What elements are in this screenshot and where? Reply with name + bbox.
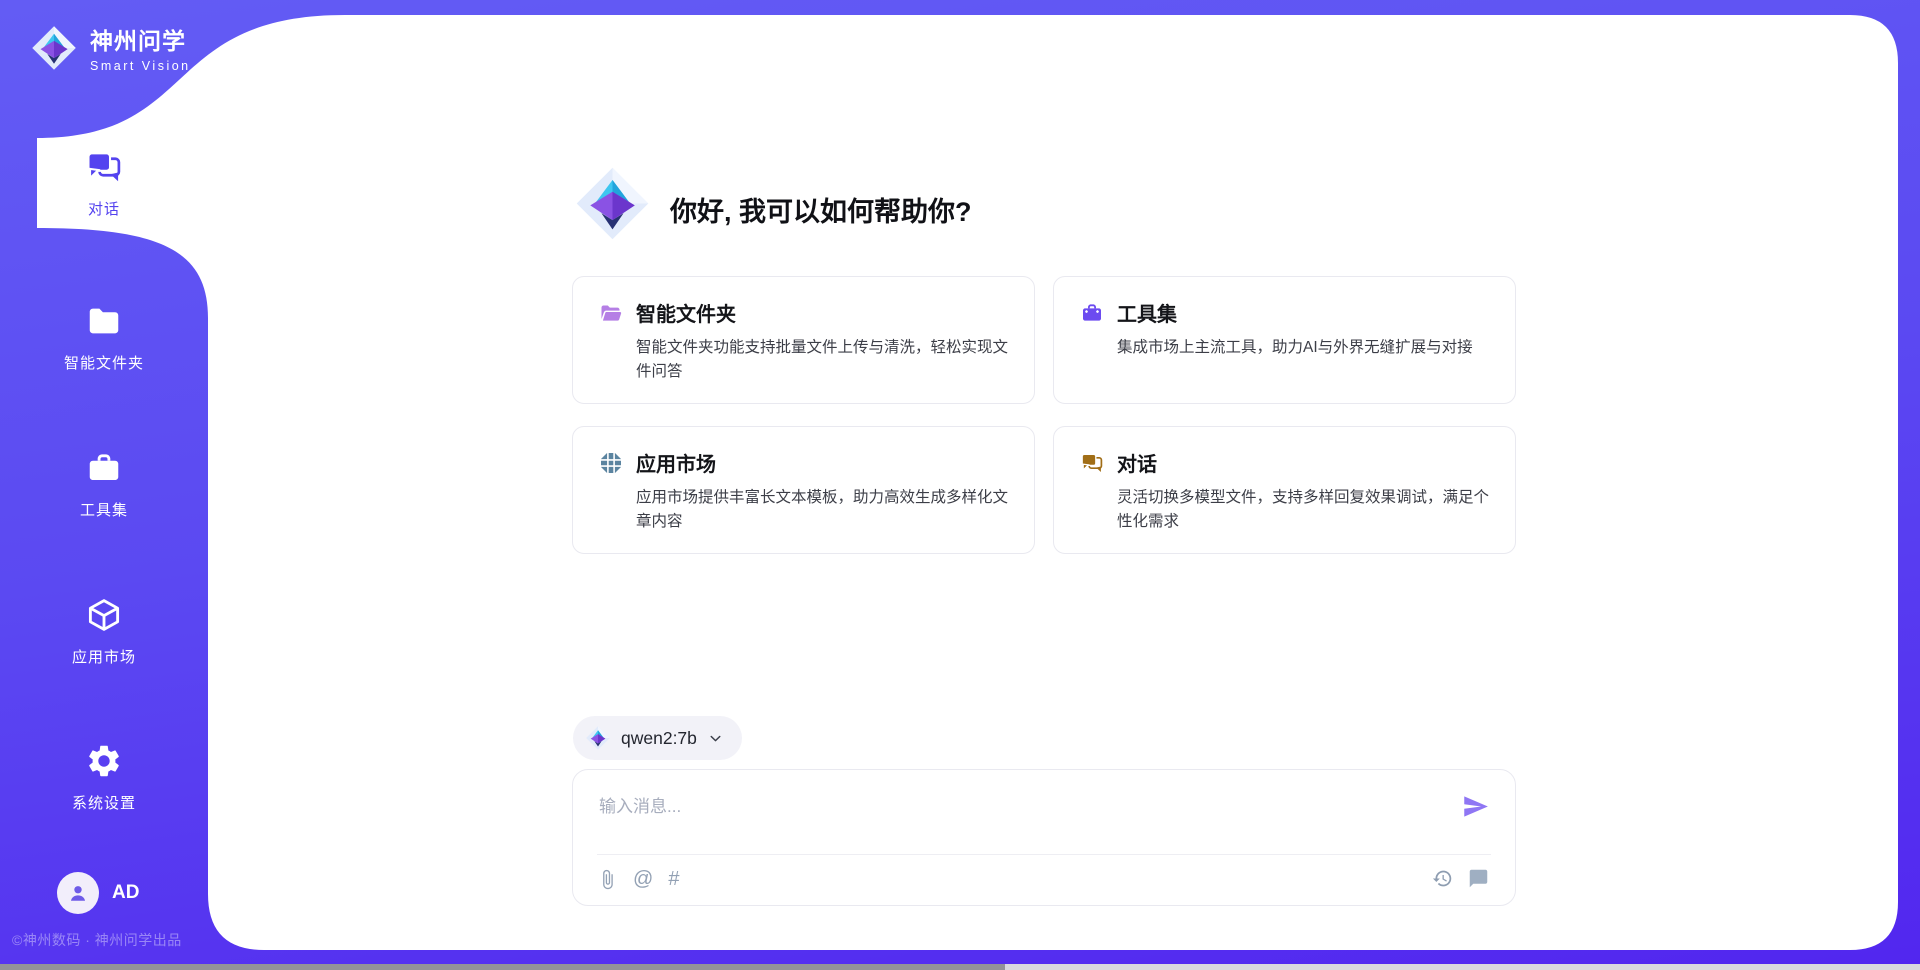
sidebar-item-folders[interactable]: 智能文件夹	[0, 302, 208, 373]
sidebar-item-label: 系统设置	[0, 792, 208, 813]
history-icon[interactable]	[1432, 868, 1453, 889]
sidebar-footer: ©神州数码 · 神州问学出品	[12, 930, 182, 950]
chat-bubble-icon[interactable]	[1468, 868, 1489, 889]
sidebar-nav: 对话智能文件夹工具集应用市场系统设置	[0, 0, 208, 970]
card-description: 灵活切换多模型文件，支持多样回复效果调试，满足个性化需求	[1117, 486, 1489, 534]
sidebar-item-label: 对话	[0, 198, 208, 219]
briefcase-icon	[1080, 301, 1104, 325]
sidebar-item-apps[interactable]: 应用市场	[0, 596, 208, 667]
username: AD	[112, 882, 139, 904]
card-title: 对话	[1117, 448, 1157, 477]
card-title: 智能文件夹	[636, 298, 736, 327]
card-description: 应用市场提供丰富长文本模板，助力高效生成多样化文章内容	[636, 486, 1008, 534]
message-input[interactable]	[597, 790, 1441, 852]
chat-icon	[1080, 451, 1104, 475]
feature-card-1[interactable]: 工具集集成市场上主流工具，助力AI与外界无缝扩展与对接	[1053, 276, 1516, 404]
feature-card-3[interactable]: 对话灵活切换多模型文件，支持多样回复效果调试，满足个性化需求	[1053, 426, 1516, 554]
sidebar-item-toolkit[interactable]: 工具集	[0, 449, 208, 520]
sidebar-item-label: 智能文件夹	[0, 352, 208, 373]
greeting-title: 你好, 我可以如何帮助你?	[670, 190, 972, 229]
feature-card-0[interactable]: 智能文件夹智能文件夹功能支持批量文件上传与清洗，轻松实现文件问答	[572, 276, 1035, 404]
horizontal-scrollbar[interactable]	[0, 964, 1920, 970]
composer-left-tools: @#	[597, 868, 679, 890]
model-selector[interactable]: qwen2:7b	[573, 716, 742, 760]
avatar[interactable]	[57, 872, 99, 914]
card-head: 智能文件夹	[599, 298, 1008, 327]
gear-icon	[85, 742, 123, 780]
composer-right-tools	[1432, 868, 1489, 889]
message-composer: @#	[572, 769, 1516, 906]
feature-card-2[interactable]: 应用市场应用市场提供丰富长文本模板，助力高效生成多样化文章内容	[572, 426, 1035, 554]
model-name: qwen2:7b	[621, 728, 697, 749]
card-title: 应用市场	[636, 448, 716, 477]
hash-icon[interactable]: #	[668, 868, 679, 890]
app-window: 神州问学 Smart Vision 对话智能文件夹工具集应用市场系统设置 AD …	[0, 0, 1920, 970]
chat-icon	[85, 148, 123, 186]
card-description: 集成市场上主流工具，助力AI与外界无缝扩展与对接	[1117, 336, 1489, 360]
card-head: 对话	[1080, 448, 1489, 477]
card-head: 工具集	[1080, 298, 1489, 327]
model-diamond-logo-icon	[585, 725, 611, 751]
card-description: 智能文件夹功能支持批量文件上传与清洗，轻松实现文件问答	[636, 336, 1008, 384]
user-row: AD	[57, 872, 139, 914]
send-icon[interactable]	[1462, 793, 1489, 820]
scrollbar-thumb[interactable]	[0, 964, 1005, 970]
hero-diamond-logo-icon	[573, 164, 652, 243]
user-icon	[65, 880, 91, 906]
card-title: 工具集	[1117, 298, 1177, 327]
grid-icon	[599, 451, 623, 475]
toolbox-icon	[85, 449, 123, 487]
sidebar-item-chat[interactable]: 对话	[0, 148, 208, 219]
attachment-icon[interactable]	[597, 869, 618, 890]
feature-cards: 智能文件夹智能文件夹功能支持批量文件上传与清洗，轻松实现文件问答工具集集成市场上…	[572, 276, 1516, 554]
sidebar-item-label: 应用市场	[0, 646, 208, 667]
card-head: 应用市场	[599, 448, 1008, 477]
chevron-down-icon	[707, 730, 724, 747]
composer-divider	[597, 854, 1491, 855]
folder-open-icon	[599, 301, 623, 325]
sidebar-item-settings[interactable]: 系统设置	[0, 742, 208, 813]
sidebar-item-label: 工具集	[0, 499, 208, 520]
mention-icon[interactable]: @	[633, 868, 653, 890]
cube-icon	[85, 596, 123, 634]
folder-icon	[85, 302, 123, 340]
